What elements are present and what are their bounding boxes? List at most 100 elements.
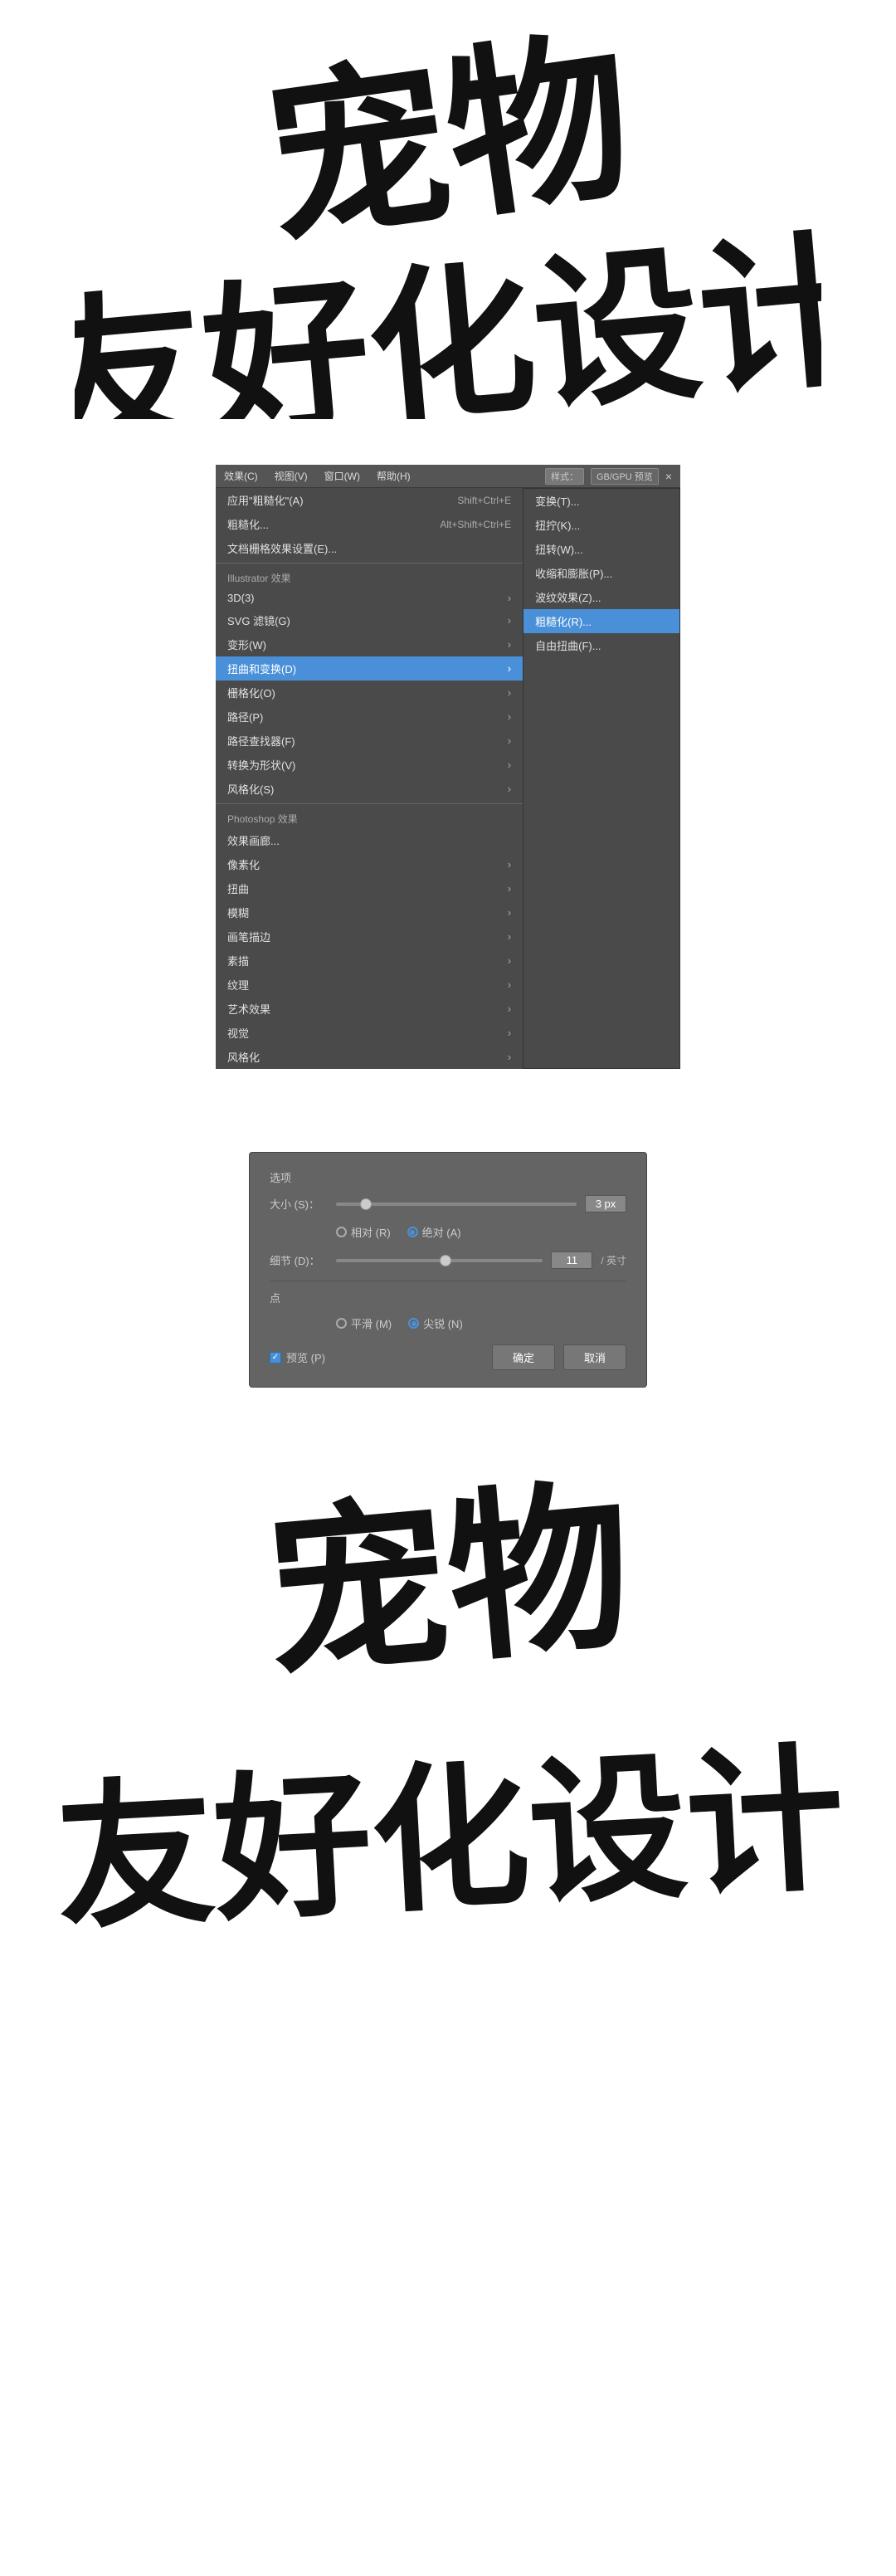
- svg-text:宠物: 宠物: [258, 1466, 640, 1700]
- detail-value[interactable]: 11: [551, 1251, 592, 1269]
- points-radio-group: 平滑 (M) 尖锐 (N): [336, 1315, 463, 1331]
- menu-distort[interactable]: 扭曲 ›: [216, 876, 523, 900]
- arrow-icon: ›: [508, 614, 511, 627]
- menu-label: 风格化: [227, 1049, 260, 1065]
- menu-distort-transform[interactable]: 扭曲和变换(D) ›: [216, 656, 523, 681]
- radio-sharp-label: 尖锐 (N): [423, 1315, 463, 1331]
- calligraphy-top-svg: 宠物 友好化设计: [75, 12, 821, 419]
- size-slider-track[interactable]: [336, 1203, 577, 1206]
- size-value[interactable]: 3 px: [585, 1195, 626, 1212]
- submenu-twirl[interactable]: 扭转(W)...: [523, 537, 679, 561]
- menu-label: 路径查找器(F): [227, 733, 295, 749]
- menu-label: 素描: [227, 953, 249, 968]
- submenu-twist[interactable]: 扭拧(K)...: [523, 513, 679, 537]
- preview-checkbox[interactable]: 预览 (P): [270, 1349, 325, 1365]
- menu-label: 像素化: [227, 856, 260, 872]
- menu-raster-settings[interactable]: 文档栅格效果设置(E)...: [216, 536, 523, 560]
- submenu-distort-transform: 变换(T)... 扭拧(K)... 扭转(W)... 收缩和膨胀(P)... 波…: [523, 488, 680, 1069]
- arrow-icon: ›: [508, 734, 511, 747]
- submenu-pucker-bloat[interactable]: 收缩和膨胀(P)...: [523, 561, 679, 585]
- section-label-photoshop: Photoshop 效果: [216, 807, 523, 828]
- arrow-icon: ›: [508, 686, 511, 699]
- radio-absolute-circle: [407, 1227, 418, 1237]
- ok-button[interactable]: 确定: [492, 1344, 555, 1370]
- menu-apply-roughen[interactable]: 应用"粗糙化"(A) Shift+Ctrl+E: [216, 488, 523, 512]
- radio-sharp-circle: [408, 1318, 419, 1329]
- menu-label: 艺术效果: [227, 1001, 270, 1017]
- menu-roughen[interactable]: 粗糙化... Alt+Shift+Ctrl+E: [216, 512, 523, 536]
- menu-rasterize[interactable]: 栅格化(O) ›: [216, 681, 523, 705]
- radio-relative[interactable]: 相对 (R): [336, 1224, 391, 1240]
- preview-checkbox-box[interactable]: [270, 1352, 281, 1364]
- arrow-icon: ›: [508, 882, 511, 895]
- close-icon[interactable]: ×: [665, 470, 672, 483]
- menu-label: 应用"粗糙化"(A): [227, 492, 304, 508]
- size-radio-row: 相对 (R) 绝对 (A): [270, 1224, 626, 1240]
- arrow-icon: ›: [508, 930, 511, 943]
- submenu-free-distort[interactable]: 自由扭曲(F)...: [523, 633, 679, 657]
- menu-label: 视觉: [227, 1025, 249, 1041]
- menu-label: 模糊: [227, 905, 249, 920]
- cancel-button[interactable]: 取消: [563, 1344, 626, 1370]
- submenu-ripple[interactable]: 波纹效果(Z)...: [523, 585, 679, 609]
- menu-brush-stroke[interactable]: 画笔描边 ›: [216, 925, 523, 949]
- separator-2: [216, 803, 523, 804]
- arrow-icon: ›: [508, 1051, 511, 1063]
- radio-smooth[interactable]: 平滑 (M): [336, 1315, 392, 1331]
- section-label-illustrator: Illustrator 效果: [216, 566, 523, 588]
- submenu-transform[interactable]: 变换(T)...: [523, 489, 679, 513]
- menu-label: 路径(P): [227, 709, 263, 724]
- arrow-icon: ›: [508, 978, 511, 991]
- menu-svg-filter[interactable]: SVG 滤镜(G) ›: [216, 608, 523, 632]
- menu-section: 效果(C) 视图(V) 窗口(W) 帮助(H) 样式： GB/GPU 预览 × …: [0, 432, 896, 1110]
- menu-path[interactable]: 路径(P) ›: [216, 705, 523, 729]
- menu-topbar-view[interactable]: 视图(V): [275, 469, 308, 483]
- radio-relative-label: 相对 (R): [351, 1224, 391, 1240]
- menu-pixelate[interactable]: 像素化 ›: [216, 852, 523, 876]
- menu-warp[interactable]: 变形(W) ›: [216, 632, 523, 656]
- size-row: 大小 (S)： 3 px: [270, 1195, 626, 1212]
- menu-visual[interactable]: 视觉 ›: [216, 1021, 523, 1045]
- arrow-icon: ›: [508, 1027, 511, 1039]
- size-slider-thumb[interactable]: [360, 1198, 372, 1210]
- menu-label: 扭曲和变换(D): [227, 661, 296, 676]
- radio-sharp[interactable]: 尖锐 (N): [408, 1315, 463, 1331]
- menu-pathfinder[interactable]: 路径查找器(F) ›: [216, 729, 523, 753]
- menu-body: 应用"粗糙化"(A) Shift+Ctrl+E 粗糙化... Alt+Shift…: [216, 488, 680, 1069]
- radio-absolute[interactable]: 绝对 (A): [407, 1224, 461, 1240]
- size-radio-group: 相对 (R) 绝对 (A): [336, 1224, 461, 1240]
- menu-label: SVG 滤镜(G): [227, 612, 290, 628]
- dialog-section: 选项 大小 (S)： 3 px 相对 (R) 绝对 (A): [0, 1110, 896, 1429]
- menu-artistic[interactable]: 艺术效果 ›: [216, 997, 523, 1021]
- radio-relative-circle: [336, 1227, 347, 1237]
- menu-stylize[interactable]: 风格化(S) ›: [216, 777, 523, 801]
- menu-label: 转换为形状(V): [227, 757, 295, 773]
- menu-topbar-effect[interactable]: 效果(C): [224, 469, 258, 483]
- menu-texture[interactable]: 纹理 ›: [216, 973, 523, 997]
- main-menu: 应用"粗糙化"(A) Shift+Ctrl+E 粗糙化... Alt+Shift…: [216, 488, 523, 1069]
- menu-3d[interactable]: 3D(3) ›: [216, 588, 523, 608]
- detail-row: 细节 (D)： 11 / 英寸: [270, 1251, 626, 1269]
- menu-topbar-help[interactable]: 帮助(H): [377, 469, 411, 483]
- menu-gallery[interactable]: 效果画廊...: [216, 828, 523, 852]
- arrow-icon: ›: [508, 783, 511, 795]
- roughen-dialog: 选项 大小 (S)： 3 px 相对 (R) 绝对 (A): [249, 1152, 647, 1388]
- detail-slider-track[interactable]: [336, 1259, 543, 1262]
- menu-topbar-window[interactable]: 窗口(W): [324, 469, 360, 483]
- radio-smooth-label: 平滑 (M): [351, 1315, 392, 1331]
- menu-sketch[interactable]: 素描 ›: [216, 949, 523, 973]
- detail-slider-thumb[interactable]: [440, 1255, 451, 1266]
- menu-label: 风格化(S): [227, 781, 274, 797]
- menu-stylize-ps[interactable]: 风格化 ›: [216, 1045, 523, 1069]
- shortcut: Shift+Ctrl+E: [457, 495, 511, 506]
- dialog-footer: 预览 (P) 确定 取消: [270, 1344, 626, 1370]
- preview-label: 预览 (P): [286, 1349, 325, 1365]
- arrow-icon: ›: [508, 662, 511, 675]
- shortcut: Alt+Shift+Ctrl+E: [440, 519, 511, 530]
- calligraphy-bottom-section: 宠物 友好化设计: [0, 1429, 896, 1944]
- calligraphy-top-section: 宠物 友好化设计: [0, 0, 896, 432]
- radio-absolute-label: 绝对 (A): [422, 1224, 461, 1240]
- menu-convert-shape[interactable]: 转换为形状(V) ›: [216, 753, 523, 777]
- menu-blur[interactable]: 模糊 ›: [216, 900, 523, 925]
- submenu-roughen[interactable]: 粗糙化(R)...: [523, 609, 679, 633]
